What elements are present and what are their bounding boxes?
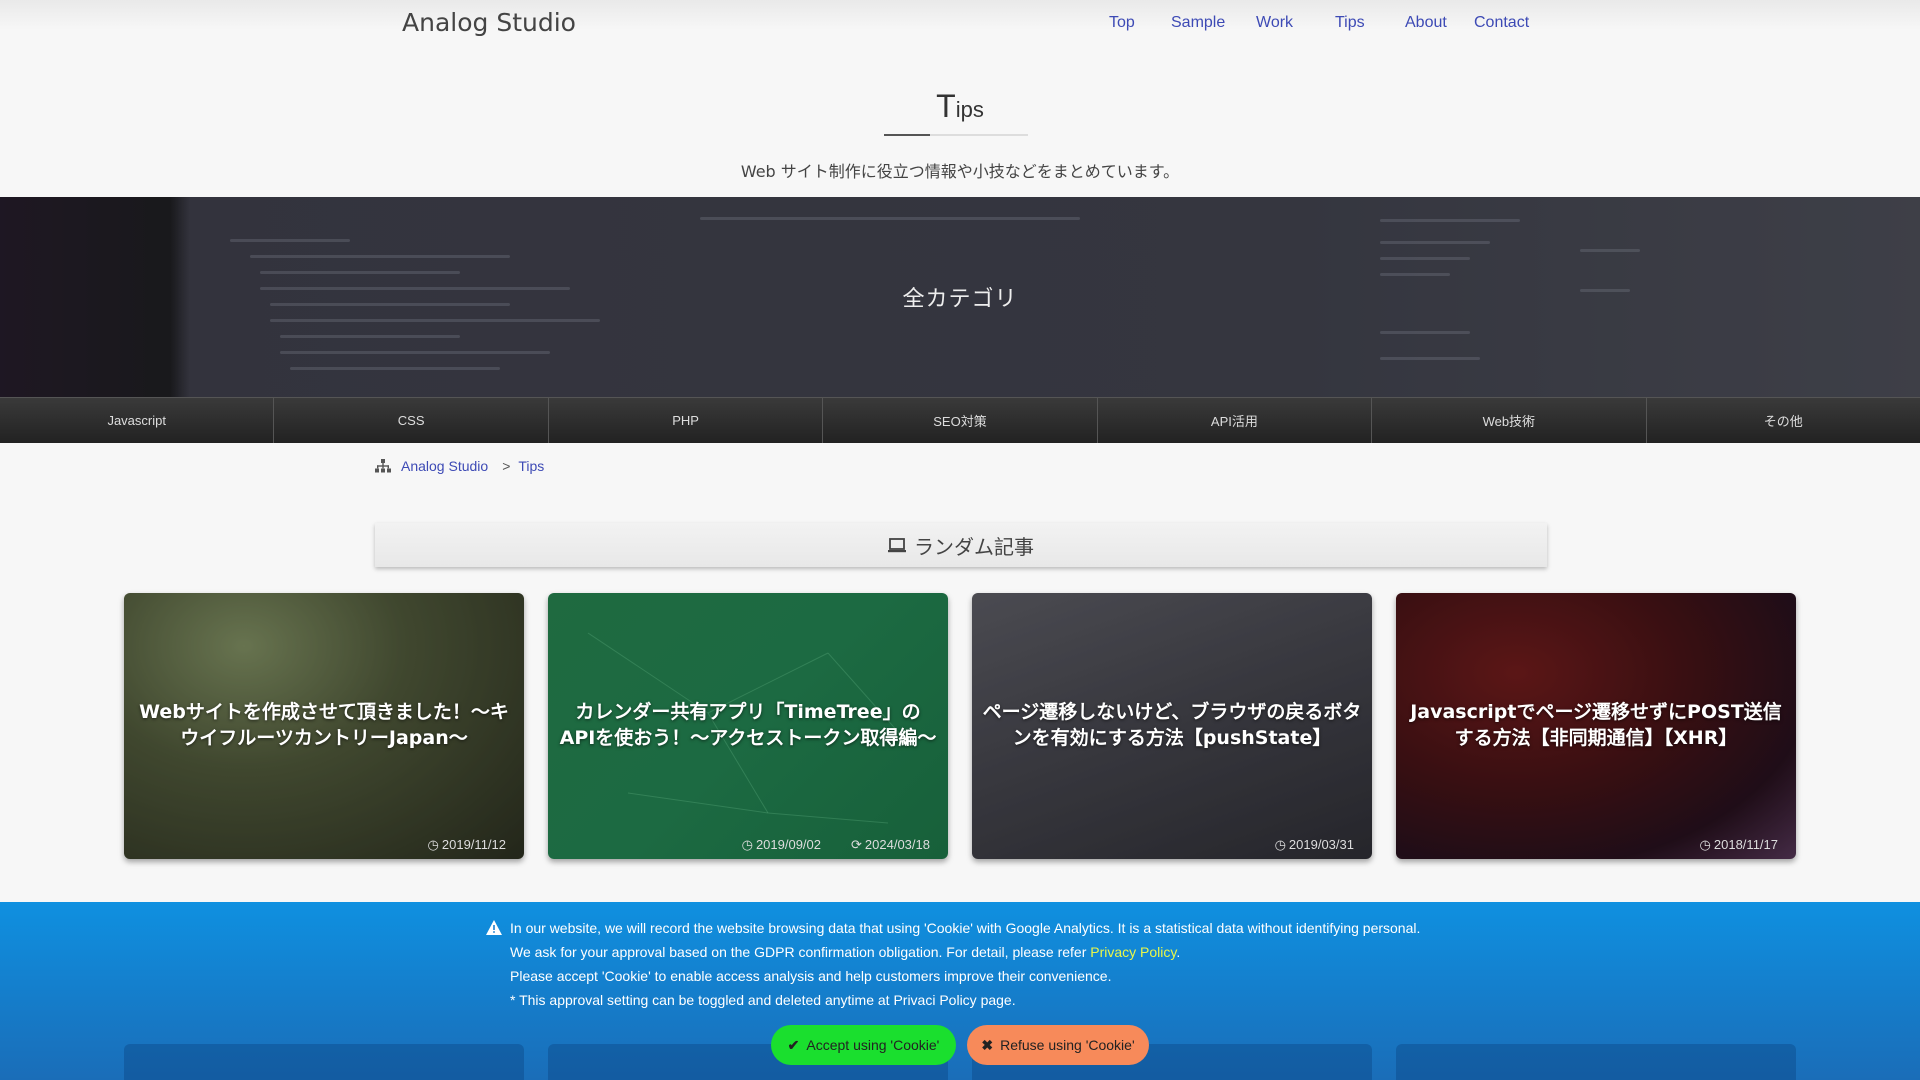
random-articles-title: ランダム記事 (914, 534, 1034, 559)
updated-date: 2024/03/18 (864, 837, 930, 852)
cookie-message: In our website, we will record the websi… (486, 916, 1510, 1012)
breadcrumb: Analog Studio > Tips (375, 456, 544, 476)
posted-date: 2018/11/17 (1713, 837, 1778, 852)
nav-about[interactable]: About (1405, 14, 1447, 32)
article-card-title: Javascriptでページ遷移せずにPOST送信する方法【非同期通信】【XHR… (1410, 701, 1782, 749)
posted-date: 2019/09/02 (755, 837, 822, 852)
cookie-consent-banner: In our website, we will record the websi… (0, 902, 1920, 1080)
article-card-timetree[interactable]: カレンダー共有アプリ「TimeTree」のAPIを使おう！〜アクセストークン取得… (548, 593, 948, 859)
article-card-meta: ◷ 2019/09/02 ⟳ 2024/03/18 (742, 837, 930, 853)
category-seo[interactable]: SEO対策 (823, 398, 1098, 443)
breadcrumb-current[interactable]: Tips (518, 458, 544, 474)
page-title-initial: T (936, 88, 956, 124)
breadcrumb-home[interactable]: Analog Studio (401, 458, 488, 474)
cookie-line-3: Please accept 'Cookie' to enable access … (510, 968, 1112, 984)
page-title: Tips (0, 88, 1920, 125)
nav-work[interactable]: Work (1256, 14, 1293, 32)
check-icon: ✔ (787, 1036, 800, 1053)
article-card-meta: ◷ 2019/11/12 (428, 837, 506, 853)
clock-icon: ◷ (1274, 837, 1286, 852)
category-api[interactable]: API活用 (1098, 398, 1373, 443)
clock-icon: ◷ (741, 837, 753, 852)
category-bar: Javascript CSS PHP SEO対策 API活用 Web技術 その他 (0, 397, 1920, 443)
main-nav: Top Sample Work Tips About Contact (0, 14, 1920, 38)
top-bar: Analog Studio Top Sample Work Tips About… (0, 0, 1920, 50)
category-javascript[interactable]: Javascript (0, 398, 275, 443)
cookie-line-1: In our website, we will record the websi… (510, 920, 1421, 936)
page-description: Web サイト制作に役立つ情報や小技などをまとめています。 (740, 162, 1180, 181)
refresh-icon: ⟳ (851, 837, 862, 852)
category-web-tech[interactable]: Web技術 (1372, 398, 1647, 443)
nav-sample[interactable]: Sample (1171, 14, 1225, 32)
article-card-pushstate[interactable]: ページ遷移しないけど、ブラウザの戻るボタンを有効にする方法【pushState】… (972, 593, 1372, 859)
article-card-kiwi[interactable]: Webサイトを作成させて頂きました！〜キウイフルーツカントリーJapan〜 ◷ 2… (124, 593, 524, 859)
random-articles-header: ランダム記事 (375, 523, 1547, 567)
laptop-icon (888, 537, 906, 552)
privacy-policy-link[interactable]: Privacy Policy (1090, 944, 1176, 960)
category-other[interactable]: その他 (1647, 398, 1920, 443)
warning-icon (486, 920, 502, 935)
article-card-meta: ◷ 2019/03/31 (1275, 837, 1354, 853)
heading-underline (884, 134, 1028, 136)
page-title-rest: ips (955, 97, 984, 122)
breadcrumb-separator: > (502, 458, 511, 474)
category-php[interactable]: PHP (549, 398, 824, 443)
article-card-title: カレンダー共有アプリ「TimeTree」のAPIを使おう！〜アクセストークン取得… (559, 701, 937, 749)
posted-date: 2019/11/12 (441, 837, 506, 852)
hero-title: 全カテゴリ (902, 287, 1018, 312)
category-css[interactable]: CSS (274, 398, 549, 443)
close-icon: ✖ (981, 1036, 994, 1053)
article-card-title: ページ遷移しないけど、ブラウザの戻るボタンを有効にする方法【pushState】 (982, 701, 1362, 749)
article-card-xhr[interactable]: Javascriptでページ遷移せずにPOST送信する方法【非同期通信】【XHR… (1396, 593, 1796, 859)
nav-tips[interactable]: Tips (1335, 14, 1365, 32)
clock-icon: ◷ (1699, 837, 1711, 852)
article-card-title: Webサイトを作成させて頂きました！〜キウイフルーツカントリーJapan〜 (139, 701, 509, 749)
sitemap-icon (375, 459, 391, 473)
hero-banner: 全カテゴリ (0, 197, 1920, 397)
article-card-meta: ◷ 2018/11/17 (1700, 837, 1778, 853)
posted-date: 2019/03/31 (1288, 837, 1354, 852)
cookie-line-4: * This approval setting can be toggled a… (510, 992, 1016, 1008)
refuse-cookie-button[interactable]: ✖ Refuse using 'Cookie' (967, 1025, 1149, 1065)
accept-cookie-button[interactable]: ✔ Accept using 'Cookie' (771, 1025, 956, 1065)
cookie-line-2: We ask for your approval based on the GD… (510, 944, 1181, 960)
nav-contact[interactable]: Contact (1474, 14, 1529, 32)
clock-icon: ◷ (427, 837, 439, 852)
nav-top[interactable]: Top (1109, 14, 1135, 32)
